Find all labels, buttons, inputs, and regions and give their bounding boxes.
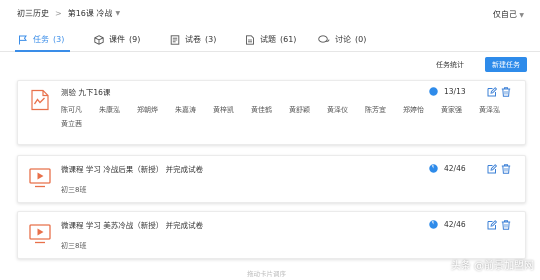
paper-icon xyxy=(170,34,180,45)
student-name: 黄泽泓 xyxy=(479,106,500,114)
task-card[interactable]: 微课程 学习 美苏冷战（新授） 并完成试卷 初三8班 42/46 xyxy=(17,211,526,259)
edit-icon[interactable] xyxy=(487,164,497,174)
student-name: 朱康泓 xyxy=(99,106,120,114)
quiz-paper-icon xyxy=(31,89,49,111)
flag-icon xyxy=(19,35,27,44)
tab-questions-count: (61) xyxy=(280,35,297,44)
tab-courseware[interactable]: 课件 (9) xyxy=(94,27,140,52)
task-card[interactable]: 微课程 学习 冷战后果（新授） 并完成试卷 初三8班 42/46 xyxy=(17,155,526,203)
edit-icon[interactable] xyxy=(487,220,497,230)
student-name: 黄泽仪 xyxy=(327,106,348,114)
student-name: 黄家强 xyxy=(441,106,462,114)
student-name: 郑朝烨 xyxy=(137,106,158,114)
tab-questions-label: 试题 xyxy=(260,35,276,44)
progress-pie-icon xyxy=(429,87,438,96)
task-title[interactable]: 测验 九下16课 xyxy=(61,87,110,98)
delete-icon[interactable] xyxy=(501,87,511,97)
tab-tasks-count: (3) xyxy=(53,35,65,44)
tab-tasks[interactable]: 任务 (3) xyxy=(18,27,64,52)
task-title[interactable]: 微课程 学习 冷战后果（新授） 并完成试卷 xyxy=(61,164,203,175)
filter-label: 仅自己 xyxy=(492,10,517,19)
task-card[interactable]: 测验 九下16课 陈可凡 朱康泓 郑朝烨 朱嘉涛 黄梓凯 黄佳鹤 黄舒颖 黄泽仪… xyxy=(17,80,526,145)
student-name: 黄立茜 xyxy=(61,120,82,128)
delete-icon[interactable] xyxy=(501,220,511,230)
progress-pie-icon xyxy=(429,220,438,229)
tab-tasks-label: 任务 xyxy=(33,35,49,44)
chat-bubble-icon xyxy=(318,34,330,43)
chevron-down-icon: ▼ xyxy=(519,12,524,19)
tab-courseware-count: (9) xyxy=(129,35,141,44)
class-name: 初三8班 xyxy=(61,242,87,250)
progress-text: 13/13 xyxy=(444,87,466,96)
tab-papers-label: 试卷 xyxy=(185,35,201,44)
filter-only-self[interactable]: 仅自己 ▼ xyxy=(493,9,524,20)
student-name: 黄舒颖 xyxy=(289,106,310,114)
progress-text: 42/46 xyxy=(444,164,466,173)
student-name: 朱嘉涛 xyxy=(175,106,196,114)
chevron-down-icon[interactable]: ▼ xyxy=(115,10,120,17)
tab-discussion[interactable]: 讨论 (0) xyxy=(318,27,366,52)
watermark: 头条 @前景加盟网 xyxy=(451,257,534,272)
document-icon xyxy=(246,34,254,45)
edit-icon[interactable] xyxy=(487,87,497,97)
class-name: 初三8班 xyxy=(61,186,87,194)
student-name: 郑婷怡 xyxy=(403,106,424,114)
tab-papers[interactable]: 试卷 (3) xyxy=(170,27,216,52)
task-progress: 42/46 xyxy=(429,220,466,229)
tab-discussion-count: (0) xyxy=(355,35,367,44)
video-player-icon xyxy=(29,168,51,188)
active-tab-indicator xyxy=(15,50,70,52)
watermark-text: 头条 @前景加盟网 xyxy=(450,261,534,272)
tab-discussion-label: 讨论 xyxy=(335,35,351,44)
tab-questions[interactable]: 试题 (61) xyxy=(245,27,296,52)
video-player-icon xyxy=(29,224,51,244)
task-progress: 42/46 xyxy=(429,164,466,173)
progress-pie-icon xyxy=(429,164,438,173)
task-stats-button[interactable]: 任务统计 xyxy=(436,60,464,70)
task-title[interactable]: 微课程 学习 美苏冷战（新授） 并完成试卷 xyxy=(61,220,203,231)
tab-papers-count: (3) xyxy=(205,35,217,44)
cube-icon xyxy=(94,34,104,45)
progress-text: 42/46 xyxy=(444,220,466,229)
tab-bar: 任务 (3) 课件 (9) 试卷 (3) 试题 (61) 讨论 (0) xyxy=(0,27,540,52)
student-name: 陈芳宜 xyxy=(365,106,386,114)
new-task-button[interactable]: 新建任务 xyxy=(485,57,527,72)
drag-reorder-hint: 拖动卡片调序 xyxy=(247,270,286,278)
top-bar: 初三历史 > 第16课 冷战 ▼ xyxy=(0,0,540,27)
student-name: 黄佳鹤 xyxy=(251,106,272,114)
tab-courseware-label: 课件 xyxy=(109,35,125,44)
delete-icon[interactable] xyxy=(501,164,511,174)
breadcrumb-separator: > xyxy=(55,9,62,18)
task-progress: 13/13 xyxy=(429,87,466,96)
breadcrumb-lesson[interactable]: 第16课 冷战 xyxy=(68,8,113,19)
breadcrumb-class[interactable]: 初三历史 xyxy=(17,8,49,19)
student-name: 黄梓凯 xyxy=(213,106,234,114)
student-name: 陈可凡 xyxy=(61,106,82,114)
